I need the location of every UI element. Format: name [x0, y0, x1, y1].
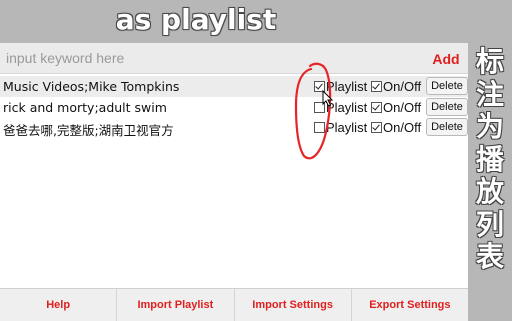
search-bar: Add — [0, 43, 468, 74]
side-note-char: 播 — [475, 142, 504, 176]
side-note-char: 注 — [475, 77, 504, 111]
list-item: Music Videos;Mike Tompkins Playlist On/O… — [0, 76, 468, 97]
import-playlist-button[interactable]: Import Playlist — [117, 289, 235, 321]
keyword-input[interactable] — [0, 43, 422, 73]
side-note-char: 标 — [475, 45, 504, 78]
side-note-char: 列 — [475, 207, 504, 241]
side-note-char: 放 — [475, 175, 504, 208]
keyword-title: Music Videos;Mike Tompkins — [3, 79, 180, 94]
onoff-label: On/Off — [383, 120, 422, 135]
playlist-checkbox[interactable] — [314, 122, 325, 133]
list-item: rick and morty;adult swim Playlist On/Of… — [0, 97, 468, 118]
side-note-char: 表 — [475, 240, 504, 273]
delete-button[interactable]: Delete — [426, 97, 468, 116]
onoff-checkbox[interactable] — [371, 101, 382, 113]
banner-title: as playlist — [115, 3, 277, 36]
side-annotation-text: 标 注 为 播 放 列 表 — [470, 45, 510, 274]
list-item: 爸爸去哪,完整版;湖南卫视官方 Playlist On/Off Delete — [0, 117, 468, 138]
delete-button[interactable]: Delete — [426, 77, 468, 95]
extension-panel: Add Music Videos;Mike Tompkins Playlist … — [0, 43, 468, 320]
side-note-char: 为 — [475, 110, 504, 143]
footer-toolbar: Help Import Playlist Import Settings Exp… — [0, 288, 468, 321]
onoff-label: On/Off — [383, 79, 422, 94]
add-button[interactable]: Add — [424, 43, 468, 73]
onoff-checkbox[interactable] — [371, 81, 382, 92]
import-settings-button[interactable]: Import Settings — [235, 289, 352, 321]
arrow-cursor-icon — [322, 90, 334, 107]
keyword-list: Music Videos;Mike Tompkins Playlist On/O… — [0, 76, 468, 138]
playlist-label: Playlist — [326, 120, 368, 135]
keyword-title: 爸爸去哪,完整版;湖南卫视官方 — [3, 123, 174, 138]
onoff-checkbox[interactable] — [371, 122, 382, 133]
onoff-label: On/Off — [383, 99, 422, 115]
help-button[interactable]: Help — [0, 289, 118, 321]
export-settings-button[interactable]: Export Settings — [352, 289, 468, 321]
delete-button[interactable]: Delete — [426, 118, 468, 136]
keyword-title: rick and morty;adult swim — [3, 99, 167, 115]
